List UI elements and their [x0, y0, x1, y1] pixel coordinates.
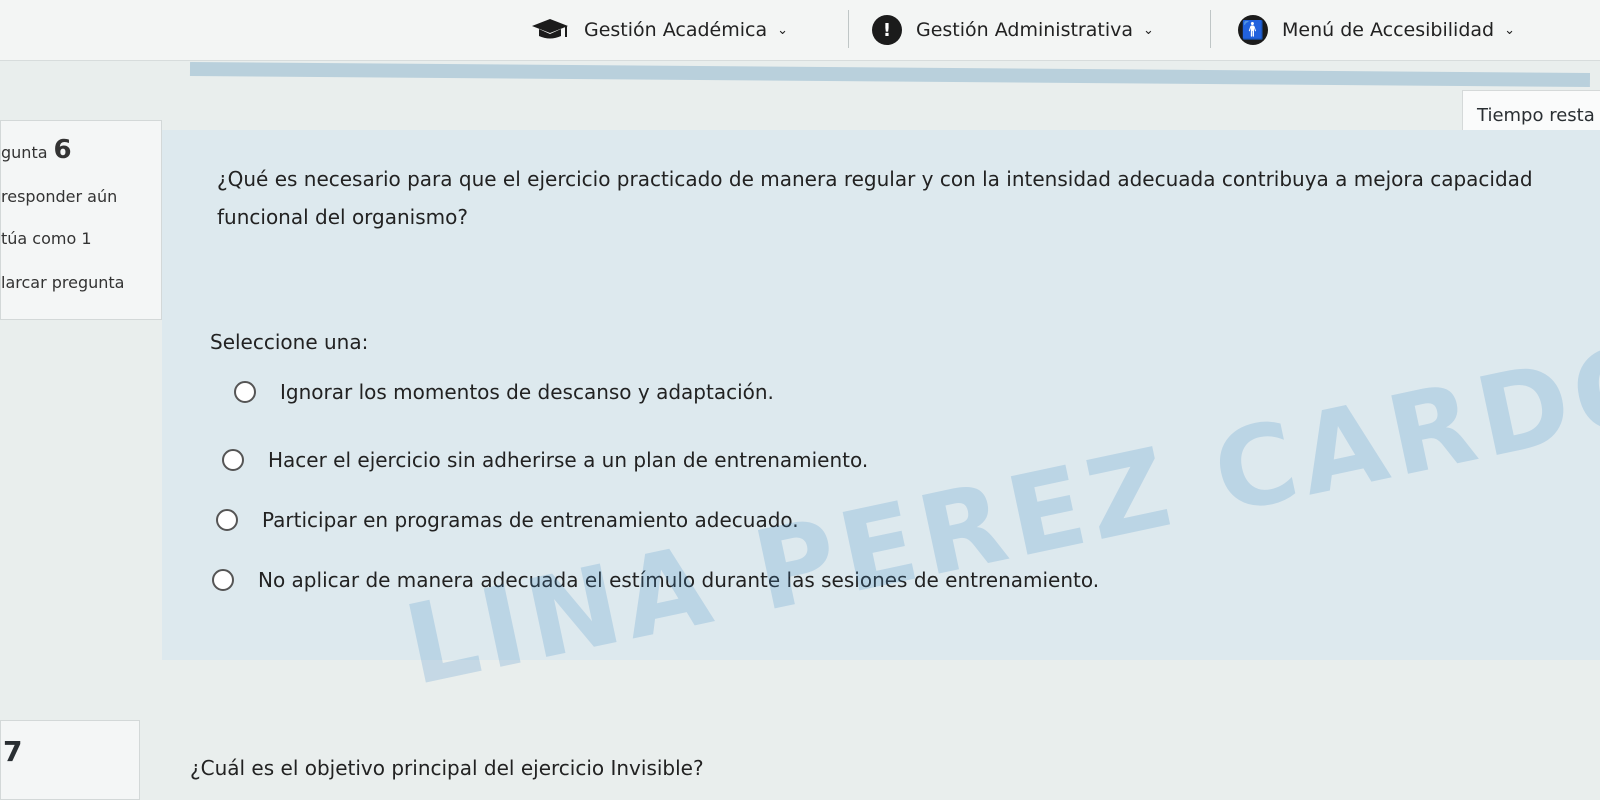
radio-button[interactable] [212, 569, 234, 591]
progress-bar-strip [189, 62, 1591, 87]
nav-gestion-administrativa[interactable]: ! Gestión Administrativa ⌄ [872, 10, 1154, 50]
answer-option-label: Ignorar los momentos de descanso y adapt… [280, 380, 774, 404]
nav-label: Gestión Académica [584, 19, 768, 41]
chevron-down-icon: ⌄ [1143, 22, 1154, 38]
name-watermark: LINA PEREZ CARDOSO [394, 277, 1600, 711]
chevron-down-icon: ⌄ [1504, 22, 1515, 38]
graduation-cap-icon [532, 19, 568, 39]
answer-option-d[interactable]: No aplicar de manera adecuada el estímul… [212, 568, 1099, 592]
answer-option-a[interactable]: Ignorar los momentos de descanso y adapt… [234, 380, 774, 404]
top-nav: Gestión Académica ⌄ ! Gestión Administra… [0, 0, 1600, 61]
flag-question-link[interactable]: larcar pregunta [1, 273, 124, 292]
answer-option-label: Participar en programas de entrenamiento… [262, 508, 799, 532]
radio-button[interactable] [234, 381, 256, 403]
next-question-number: 7 [3, 735, 23, 768]
nav-menu-accesibilidad[interactable]: 🚹 Menú de Accesibilidad ⌄ [1238, 10, 1515, 50]
accessibility-icon: 🚹 [1238, 15, 1268, 45]
answer-option-label: No aplicar de manera adecuada el estímul… [258, 568, 1100, 592]
select-one-label: Seleccione una: [210, 330, 369, 354]
timer-label: Tiempo resta [1477, 104, 1595, 126]
answer-option-c[interactable]: Participar en programas de entrenamiento… [216, 508, 799, 532]
nav-divider [848, 10, 849, 48]
question-panel: ¿Qué es necesario para que el ejercicio … [162, 130, 1600, 710]
alert-icon: ! [872, 15, 902, 45]
radio-button[interactable] [216, 509, 238, 531]
question-number: gunta 6 [1, 135, 72, 165]
question-score: túa como 1 [1, 229, 92, 248]
nav-label: Menú de Accesibilidad [1282, 19, 1495, 41]
next-question-text: ¿Cuál es el objetivo principal del ejerc… [190, 756, 704, 780]
question-number-label: gunta [1, 143, 48, 162]
next-question-info-box: 7 [0, 720, 140, 800]
question-status: responder aún [1, 187, 118, 206]
answer-option-label: Hacer el ejercicio sin adherirse a un pl… [268, 448, 869, 472]
question-number-value: 6 [53, 135, 72, 165]
answer-option-b[interactable]: Hacer el ejercicio sin adherirse a un pl… [222, 448, 868, 472]
question-info-box: gunta 6 responder aún túa como 1 larcar p… [0, 120, 162, 320]
nav-gestion-academica[interactable]: Gestión Académica ⌄ [530, 10, 788, 50]
radio-button[interactable] [222, 449, 244, 471]
nav-label: Gestión Administrativa [916, 19, 1133, 41]
question-text: ¿Qué es necesario para que el ejercicio … [217, 167, 1533, 229]
chevron-down-icon: ⌄ [777, 22, 789, 38]
nav-divider [1210, 10, 1211, 48]
